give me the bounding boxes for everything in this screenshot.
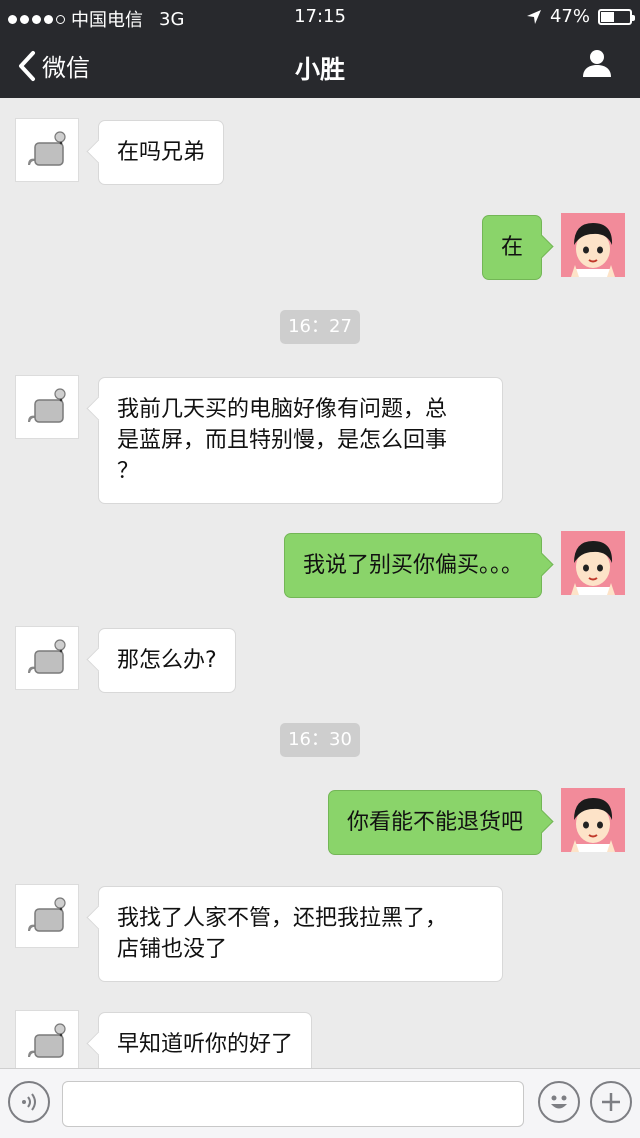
message-text-line: 我找了人家不管，还把我拉黑了， <box>117 906 448 931</box>
person-icon <box>583 50 611 77</box>
message-bubble-incoming[interactable]: 那怎么办? <box>98 628 236 693</box>
message-text-line: ？ <box>117 459 140 484</box>
back-button[interactable]: 微信 <box>18 48 90 83</box>
boy-avatar-icon <box>561 213 625 277</box>
boy-avatar-icon <box>561 788 625 852</box>
message-text: 我说了别买你偏买。。。 <box>302 553 523 578</box>
mouse-avatar-icon <box>28 388 66 423</box>
location-arrow-icon <box>526 9 541 24</box>
more-button[interactable] <box>590 1081 632 1123</box>
contact-avatar[interactable] <box>15 1010 79 1068</box>
emoji-button[interactable] <box>538 1081 580 1123</box>
message-text-line: 店铺也没了 <box>117 937 228 962</box>
battery-icon <box>598 8 635 25</box>
chat-area[interactable]: 在吗兄弟 在 16：27 我前几天买的电脑好像有问题，总 是蓝屏，而且特别慢，是… <box>0 98 640 1068</box>
time-divider: 16：30 <box>280 723 360 757</box>
battery-percent: 47% <box>549 6 590 27</box>
message-text: 在吗兄弟 <box>117 140 206 165</box>
message-text: 你看能不能退货吧 <box>346 810 523 835</box>
mouse-avatar-icon <box>28 897 66 932</box>
emoji-icon <box>551 1095 567 1109</box>
user-avatar[interactable] <box>561 788 625 852</box>
message-text: 那怎么办? <box>117 648 217 673</box>
voice-icon <box>22 1093 36 1111</box>
user-avatar[interactable] <box>561 213 625 277</box>
status-bar: 中国电信 3G 17:15 47% <box>0 0 640 34</box>
mouse-avatar-icon <box>28 639 66 674</box>
contact-avatar[interactable] <box>15 375 79 439</box>
message-bubble-outgoing[interactable]: 你看能不能退货吧 <box>327 790 542 855</box>
voice-button[interactable] <box>8 1081 50 1123</box>
mouse-avatar-icon <box>28 131 66 166</box>
back-label: 微信 <box>42 54 90 82</box>
profile-button[interactable] <box>582 48 612 82</box>
message-text: 早知道听你的好了 <box>117 1032 294 1057</box>
plus-icon <box>602 1093 620 1111</box>
message-bubble-incoming[interactable]: 早知道听你的好了 <box>98 1012 313 1068</box>
time-divider: 16：27 <box>280 310 360 344</box>
message-bubble-incoming[interactable]: 在吗兄弟 <box>98 120 225 185</box>
input-bar <box>0 1068 640 1138</box>
message-bubble-outgoing[interactable]: 在 <box>481 215 542 280</box>
page-title: 小胜 <box>294 55 345 84</box>
user-avatar[interactable] <box>561 531 625 595</box>
message-bubble-incoming[interactable]: 我找了人家不管，还把我拉黑了， 店铺也没了 <box>98 886 503 982</box>
message-bubble-outgoing[interactable]: 我说了别买你偏买。。。 <box>283 533 542 598</box>
nav-bar: 微信 小胜 <box>0 34 640 98</box>
contact-avatar[interactable] <box>15 626 79 690</box>
message-text-line: 是蓝屏，而且特别慢，是怎么回事 <box>117 428 448 453</box>
status-right: 47% <box>526 6 635 27</box>
message-text-line: 我前几天买的电脑好像有问题，总 <box>117 397 448 422</box>
contact-avatar[interactable] <box>15 884 79 948</box>
contact-avatar[interactable] <box>15 118 79 182</box>
chevron-left-icon <box>19 50 35 81</box>
mouse-avatar-icon <box>28 1023 66 1058</box>
message-bubble-incoming[interactable]: 我前几天买的电脑好像有问题，总 是蓝屏，而且特别慢，是怎么回事 ？ <box>98 377 503 504</box>
boy-avatar-icon <box>561 531 625 595</box>
message-input[interactable] <box>62 1081 524 1127</box>
message-text: 在 <box>500 235 523 260</box>
